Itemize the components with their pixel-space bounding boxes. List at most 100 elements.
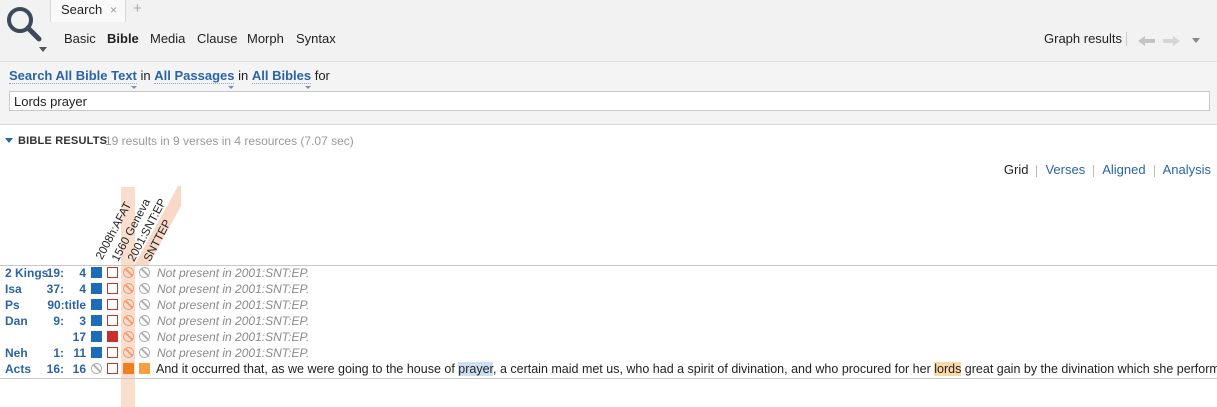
subnav-syntax[interactable]: Syntax [296, 31, 336, 46]
results-summary: 19 results in 9 verses in 4 resources (7… [105, 134, 354, 148]
divider [1093, 164, 1095, 177]
book-link[interactable]: Neh [5, 346, 28, 360]
toolbar: Search × + Basic Bible Media Clause Morp… [0, 0, 1217, 62]
search-scope-link[interactable]: Search All Bible Text [9, 68, 137, 89]
table-row[interactable]: Isa 37: 4 Not present in 2001:SNT:EP. [0, 281, 1217, 297]
search-hit[interactable]: lords [934, 362, 962, 376]
search-hit[interactable]: prayer [458, 362, 494, 376]
verse-link[interactable]: 3 [64, 314, 86, 328]
book-link[interactable]: Acts [5, 362, 31, 376]
hit-square-empty[interactable] [107, 363, 118, 374]
table-row[interactable]: Neh 1: 11 Not present in 2001:SNT:EP. [0, 345, 1217, 361]
hit-square-filled[interactable] [91, 347, 102, 358]
hit-square-filled[interactable] [91, 315, 102, 326]
hit-square-filled[interactable] [91, 299, 102, 310]
divider [1153, 164, 1155, 177]
book-link[interactable]: Ps [5, 298, 20, 312]
table-row[interactable]: Acts 16: 16 And it occurred that, as we … [0, 361, 1217, 377]
not-present-icon [123, 283, 134, 294]
not-present-icon [139, 283, 150, 294]
verse-link[interactable]: 4 [64, 266, 86, 280]
hit-square-empty[interactable] [107, 347, 118, 358]
not-present-icon [139, 267, 150, 278]
not-present-icon [139, 347, 150, 358]
results-header[interactable]: BIBLE RESULTS 19 results in 9 verses in … [0, 132, 600, 150]
passages-link[interactable]: All Passages [154, 68, 235, 89]
book-link[interactable]: Dan [5, 314, 28, 328]
subnav-morph[interactable]: Morph [247, 31, 284, 46]
not-present-icon [123, 267, 134, 278]
not-present-icon [123, 299, 134, 310]
not-present-note: Not present in 2001:SNT:EP. [157, 282, 310, 296]
subnav-media[interactable]: Media [150, 31, 185, 46]
view-tab-verses[interactable]: Verses [1045, 162, 1085, 177]
not-present-icon [139, 331, 150, 342]
query-text-in: in [238, 68, 249, 83]
query-text-for: for [314, 68, 330, 83]
not-present-note: Not present in 2001:SNT:EP. [157, 330, 310, 344]
not-present-note: Not present in 2001:SNT:EP. [157, 314, 310, 328]
verse-link[interactable]: 4 [64, 282, 86, 296]
not-present-icon [139, 315, 150, 326]
verse-link[interactable]: 16 [64, 362, 86, 376]
divider [1126, 32, 1127, 46]
not-present-icon [123, 347, 134, 358]
chapter-link[interactable]: 16: [30, 362, 64, 376]
chapter-link[interactable]: 90:title [30, 298, 86, 312]
not-present-icon [139, 299, 150, 310]
view-tab-aligned[interactable]: Aligned [1102, 162, 1145, 177]
hit-square-filled[interactable] [91, 267, 102, 278]
subnav-clause[interactable]: Clause [197, 31, 237, 46]
verse-link[interactable]: 11 [64, 346, 86, 360]
not-present-note: Not present in 2001:SNT:EP. [157, 266, 310, 280]
hit-square-filled[interactable] [91, 283, 102, 294]
search-type-nav: Basic Bible Media Clause Morph Syntax Gr… [0, 22, 1217, 58]
graph-results-button[interactable]: Graph results [1044, 31, 1122, 46]
add-tab-icon[interactable]: + [133, 0, 142, 17]
collapse-triangle-icon[interactable] [5, 138, 13, 143]
tab-search[interactable]: Search × [50, 0, 126, 22]
divider [0, 378, 1217, 379]
not-present-note: Not present in 2001:SNT:EP. [157, 346, 310, 360]
hit-square-filled[interactable] [107, 331, 118, 342]
not-present-icon [123, 315, 134, 326]
table-row[interactable]: 17 Not present in 2001:SNT:EP. [0, 329, 1217, 345]
verse-link[interactable]: 17 [64, 330, 86, 344]
hit-square-filled[interactable] [139, 363, 150, 374]
query-panel: Search All Bible Text in All Passages in… [0, 62, 1217, 125]
bibles-link[interactable]: All Bibles [251, 68, 312, 89]
query-scope-line: Search All Bible Text in All Passages in… [9, 68, 330, 89]
not-present-icon [91, 363, 102, 374]
chapter-link[interactable]: 9: [30, 314, 64, 328]
divider [1036, 164, 1038, 177]
book-link[interactable]: Isa [5, 282, 22, 296]
verse-text: And it occurred that, as we were going t… [156, 362, 1217, 376]
table-row[interactable]: Dan 9: 3 Not present in 2001:SNT:EP. [0, 313, 1217, 329]
not-present-note: Not present in 2001:SNT:EP. [157, 298, 310, 312]
back-arrow-icon[interactable] [1138, 34, 1156, 49]
view-tab-analysis[interactable]: Analysis [1163, 162, 1211, 177]
view-switcher: Grid Verses Aligned Analysis [1004, 162, 1211, 177]
query-text-in: in [140, 68, 151, 83]
hit-square-filled[interactable] [123, 363, 134, 374]
chapter-link[interactable]: 37: [30, 282, 64, 296]
hit-square-empty[interactable] [107, 283, 118, 294]
results-title: BIBLE RESULTS [18, 135, 108, 147]
forward-arrow-icon[interactable] [1163, 34, 1181, 49]
hit-square-empty[interactable] [107, 267, 118, 278]
not-present-icon [123, 331, 134, 342]
history-menu-caret-icon[interactable] [1192, 38, 1200, 43]
chapter-link[interactable]: 1: [30, 346, 64, 360]
search-input[interactable] [9, 91, 1210, 111]
tab-close-icon[interactable]: × [110, 3, 117, 17]
tab-search-label: Search [61, 2, 103, 17]
hit-square-filled[interactable] [91, 331, 102, 342]
subnav-basic[interactable]: Basic [64, 31, 96, 46]
hit-square-empty[interactable] [107, 315, 118, 326]
table-row[interactable]: 2 Kings 19: 4 Not present in 2001:SNT:EP… [0, 265, 1217, 281]
hit-square-empty[interactable] [107, 299, 118, 310]
chapter-link[interactable]: 19: [30, 266, 64, 280]
view-tab-grid[interactable]: Grid [1004, 162, 1029, 177]
subnav-bible[interactable]: Bible [107, 31, 139, 46]
table-row[interactable]: Ps 90:title Not present in 2001:SNT:EP. [0, 297, 1217, 313]
